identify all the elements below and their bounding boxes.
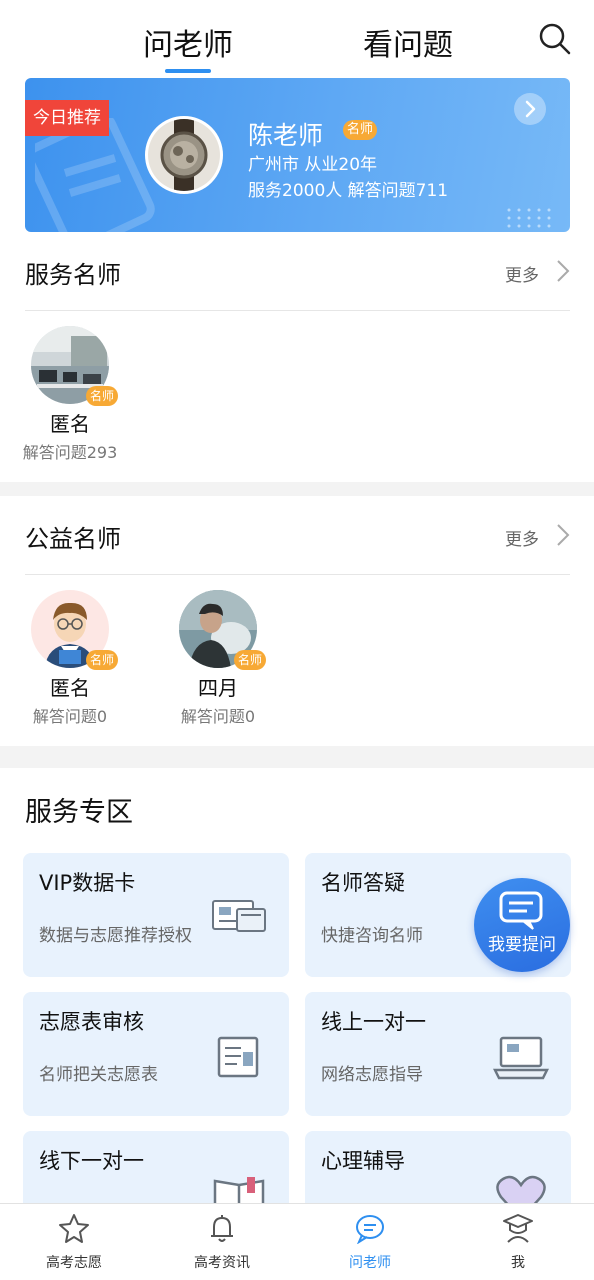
divider — [25, 310, 570, 311]
tab-ask-teacher-bottom[interactable]: 问老师 — [296, 1204, 444, 1280]
tab-ask-teacher[interactable]: 问老师 — [143, 20, 233, 64]
document-icon — [217, 1036, 259, 1078]
card-subtitle: 网络志愿指导 — [321, 1065, 423, 1085]
famous-teacher-tag: 名师 — [85, 650, 118, 670]
chat-icon — [499, 891, 543, 930]
service-teachers-title: 服务名师 — [25, 261, 121, 289]
teacher-card[interactable]: 名师 匿名 解答问题293 — [10, 326, 130, 463]
section-gap — [0, 746, 594, 768]
charity-teachers-title: 公益名师 — [25, 525, 121, 553]
teacher-answer-count: 解答问题0 — [32, 707, 108, 726]
teacher-answer-count: 解答问题293 — [22, 443, 118, 462]
chevron-right-icon[interactable] — [556, 259, 570, 283]
chevron-right-icon[interactable] — [556, 523, 570, 547]
vip-data-card[interactable]: VIP数据卡 数据与志愿推荐授权 — [23, 853, 289, 977]
card-subtitle: 名师把关志愿表 — [39, 1065, 158, 1085]
ask-question-button[interactable]: 我要提问 — [474, 878, 570, 972]
watch-icon — [148, 119, 220, 191]
avatar — [145, 116, 223, 194]
service-teachers-more[interactable]: 更多 — [505, 261, 539, 286]
chat-bubble-icon — [356, 1215, 384, 1244]
teacher-name: 匿名 — [50, 676, 90, 700]
teacher-card[interactable]: 名师 匿名 解答问题0 — [10, 590, 130, 727]
card-title: 线上一对一 — [321, 1010, 426, 1034]
tab-label: 我 — [511, 1255, 525, 1271]
divider — [25, 574, 570, 575]
teacher-card[interactable]: 名师 四月 解答问题0 — [158, 590, 278, 727]
tab-label: 高考志愿 — [46, 1255, 102, 1271]
card-subtitle: 数据与志愿推荐授权 — [39, 926, 192, 946]
graduate-icon — [503, 1214, 533, 1243]
teacher-service-stats: 服务2000人 解答问题711 — [248, 181, 449, 201]
card-title: 心理辅导 — [321, 1149, 405, 1173]
tab-label: 高考资讯 — [194, 1255, 250, 1271]
tab-me[interactable]: 我 — [444, 1204, 592, 1280]
tab-gaokao-volunteer[interactable]: 高考志愿 — [0, 1204, 148, 1280]
famous-teacher-tag: 名师 — [85, 386, 118, 406]
teacher-name: 匿名 — [50, 412, 90, 436]
card-title: 志愿表审核 — [39, 1010, 144, 1034]
teacher-name: 四月 — [198, 676, 238, 700]
star-icon — [59, 1214, 89, 1243]
active-tab-indicator — [165, 69, 211, 73]
teacher-answer-count: 解答问题0 — [180, 707, 256, 726]
card-title: 名师答疑 — [321, 871, 405, 895]
famous-teacher-tag: 名师 — [343, 120, 378, 140]
section-gap — [0, 482, 594, 496]
card-subtitle: 快捷咨询名师 — [321, 926, 423, 946]
dots-decoration — [507, 208, 551, 228]
today-recommend-badge: 今日推荐 — [25, 100, 109, 136]
card-title: VIP数据卡 — [39, 871, 136, 895]
ask-question-label: 我要提问 — [488, 935, 556, 955]
tab-view-questions[interactable]: 看问题 — [363, 20, 453, 64]
card-title: 线下一对一 — [39, 1149, 144, 1173]
online-one-on-one-card[interactable]: 线上一对一 网络志愿指导 — [305, 992, 571, 1116]
bottom-tab-bar: 高考志愿 高考资讯 问老师 我 — [0, 1203, 594, 1280]
bell-icon — [211, 1215, 233, 1242]
recommend-banner[interactable]: 今日推荐 陈老师 名师 广州市 从业20年 服务2000人 解答问题711 — [25, 78, 570, 232]
tab-gaokao-news[interactable]: 高考资讯 — [148, 1204, 296, 1280]
charity-teachers-more[interactable]: 更多 — [505, 525, 539, 550]
chevron-right-icon[interactable] — [514, 93, 546, 125]
search-icon[interactable] — [538, 22, 572, 56]
service-zone-title: 服务专区 — [25, 797, 133, 828]
card-icon — [212, 900, 266, 932]
volunteer-form-review-card[interactable]: 志愿表审核 名师把关志愿表 — [23, 992, 289, 1116]
famous-teacher-tag: 名师 — [233, 650, 266, 670]
teacher-location-experience: 广州市 从业20年 — [248, 155, 378, 175]
top-nav: 问老师 看问题 — [0, 0, 594, 80]
laptop-icon — [493, 1036, 549, 1080]
teacher-name: 陈老师 — [248, 121, 324, 150]
tab-label: 问老师 — [349, 1255, 391, 1271]
